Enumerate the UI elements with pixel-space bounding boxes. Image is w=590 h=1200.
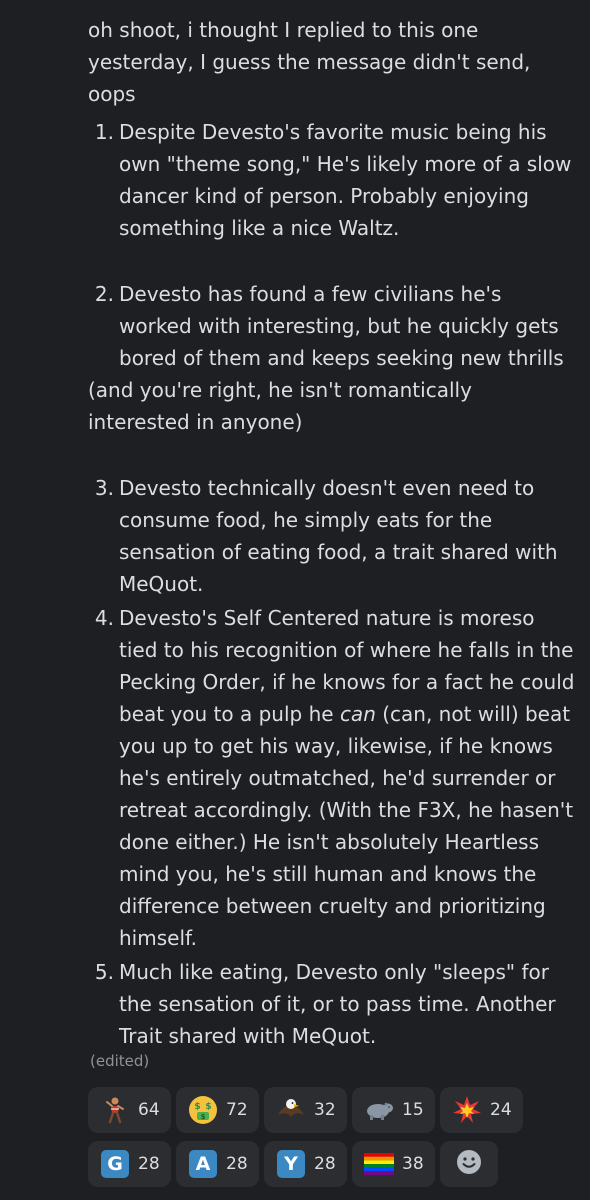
list-text-emphasis: can xyxy=(339,702,376,726)
edited-label: (edited) xyxy=(90,1052,150,1070)
list-number: 2. xyxy=(94,282,114,306)
reaction-count: 38 xyxy=(402,1154,424,1174)
reaction-count: 28 xyxy=(226,1154,248,1174)
letter-y-icon: Y xyxy=(276,1149,306,1179)
list-number: 5. xyxy=(94,960,114,984)
collision-icon xyxy=(452,1095,482,1125)
reaction-count: 64 xyxy=(138,1100,160,1120)
svg-text:$: $ xyxy=(205,1102,211,1112)
letter-g-icon: G xyxy=(100,1149,130,1179)
list-number: 4. xyxy=(94,606,114,630)
reaction-count: 32 xyxy=(314,1100,336,1120)
letter-a-glyph: A xyxy=(189,1150,217,1178)
eagle-icon xyxy=(276,1095,306,1125)
list-text-part: (can, not will) beat you up to get his w… xyxy=(119,702,574,950)
reaction-money-mouth-face[interactable]: $ $ $ 72 xyxy=(176,1087,259,1133)
dancing-figure-icon xyxy=(100,1095,130,1125)
reaction-eagle[interactable]: 32 xyxy=(264,1087,347,1133)
reaction-count: 72 xyxy=(226,1100,248,1120)
letter-g-glyph: G xyxy=(101,1150,129,1178)
reaction-letter-y[interactable]: Y 28 xyxy=(264,1141,347,1187)
reaction-letter-a[interactable]: A 28 xyxy=(176,1141,259,1187)
reaction-rainbow-flag[interactable]: 38 xyxy=(352,1141,435,1187)
add-reaction-button[interactable] xyxy=(440,1141,498,1187)
reaction-hippopotamus[interactable]: 15 xyxy=(352,1087,435,1133)
rainbow-flag-icon xyxy=(364,1149,394,1179)
reaction-letter-g[interactable]: G 28 xyxy=(88,1141,171,1187)
list-item-2-continuation: (and you're right, he isn't romantically… xyxy=(88,378,472,434)
list-text: Devesto's Self Centered nature is moreso… xyxy=(119,602,578,954)
money-mouth-face-icon: $ $ $ xyxy=(188,1095,218,1125)
list-item-3: 3. Devesto technically doesn't even need… xyxy=(88,472,578,600)
list-item-2: 2. Devesto has found a few civilians he'… xyxy=(88,278,578,374)
list-item-4: 4. Devesto's Self Centered nature is mor… xyxy=(88,602,578,954)
hippopotamus-icon xyxy=(364,1095,394,1125)
reaction-count: 28 xyxy=(138,1154,160,1174)
list-item-5: 5. Much like eating, Devesto only "sleep… xyxy=(88,956,578,1052)
svg-text:$: $ xyxy=(194,1102,200,1112)
reaction-collision[interactable]: 24 xyxy=(440,1087,523,1133)
list-number: 3. xyxy=(94,476,114,500)
list-text: Much like eating, Devesto only "sleeps" … xyxy=(119,960,556,1048)
message-intro: oh shoot, i thought I replied to this on… xyxy=(88,18,531,106)
list-number: 1. xyxy=(94,120,114,144)
list-item-1: 1. Despite Devesto's favorite music bein… xyxy=(88,116,578,244)
letter-a-icon: A xyxy=(188,1149,218,1179)
reaction-count: 24 xyxy=(490,1100,512,1120)
reaction-count: 28 xyxy=(314,1154,336,1174)
list-text: Despite Devesto's favorite music being h… xyxy=(119,120,572,240)
svg-text:$: $ xyxy=(201,1113,206,1121)
smiley-face-icon xyxy=(456,1149,482,1179)
letter-y-glyph: Y xyxy=(277,1150,305,1178)
reaction-dancing-figure[interactable]: 64 xyxy=(88,1087,171,1133)
list-text: Devesto has found a few civilians he's w… xyxy=(119,282,564,370)
reaction-count: 15 xyxy=(402,1100,424,1120)
list-text: Devesto technically doesn't even need to… xyxy=(119,476,558,596)
